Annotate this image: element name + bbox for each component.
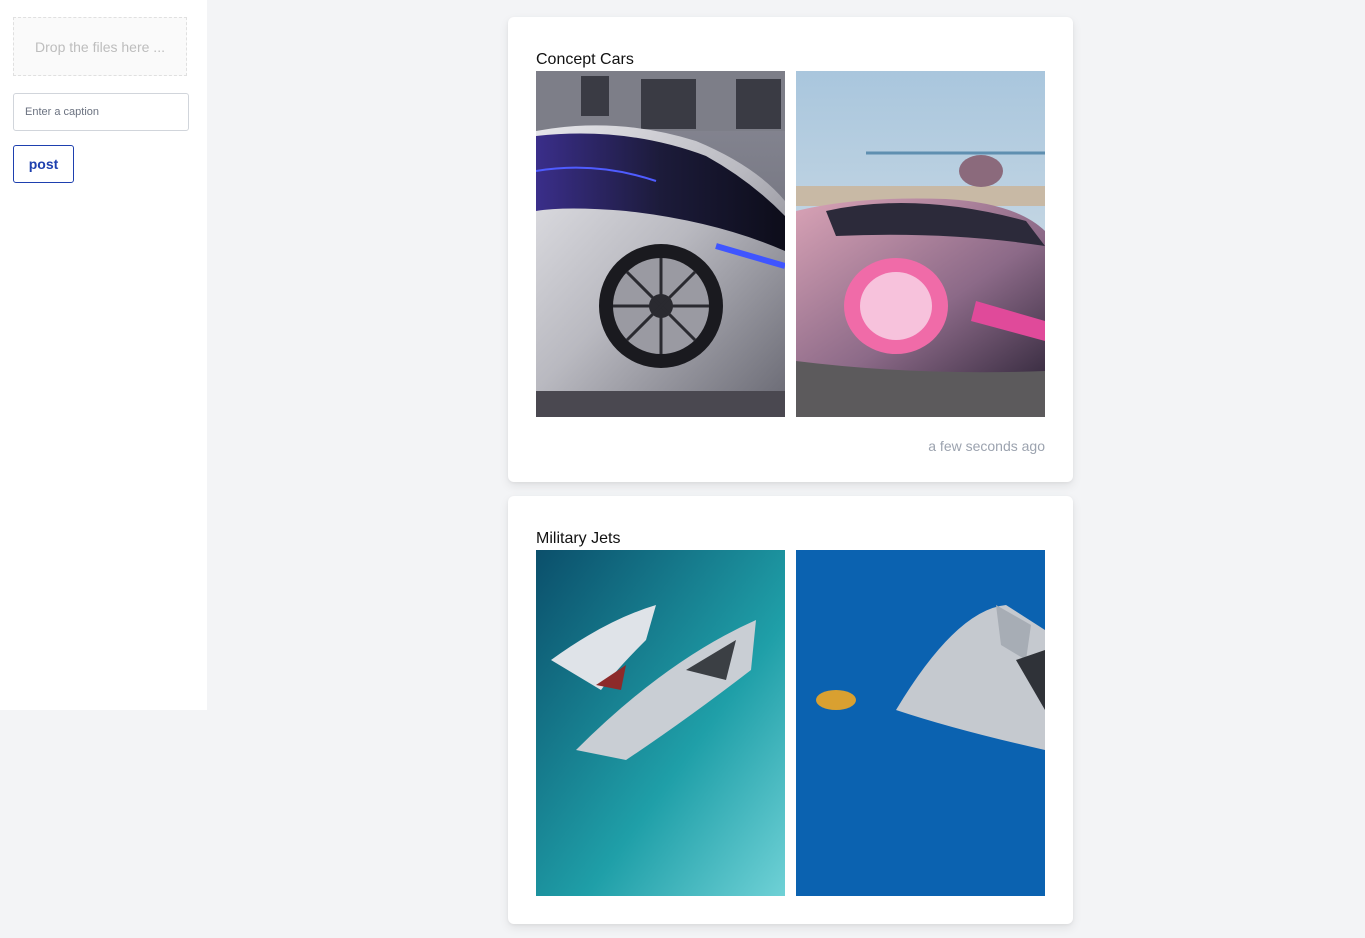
fighter-jet-image[interactable] <box>796 550 1045 896</box>
post-feed: Concept Cars a few seconds ago Military … <box>508 17 1073 938</box>
post-images <box>536 550 1045 896</box>
stealth-jet-image[interactable] <box>536 550 785 896</box>
post-title: Concept Cars <box>536 51 634 68</box>
post-card: Concept Cars a few seconds ago <box>508 17 1073 482</box>
concept-car-silver-image[interactable] <box>536 71 785 417</box>
post-timestamp: a few seconds ago <box>928 438 1045 454</box>
post-card: Military Jets <box>508 496 1073 924</box>
caption-input[interactable] <box>13 93 189 131</box>
concept-car-pink-image[interactable] <box>796 71 1045 417</box>
file-dropzone[interactable]: Drop the files here ... <box>13 17 187 76</box>
upload-sidebar: Drop the files here ... post <box>0 0 207 710</box>
post-title: Military Jets <box>536 530 621 547</box>
dropzone-text: Drop the files here ... <box>35 38 165 55</box>
post-images <box>536 71 1045 417</box>
post-button[interactable]: post <box>13 145 74 183</box>
